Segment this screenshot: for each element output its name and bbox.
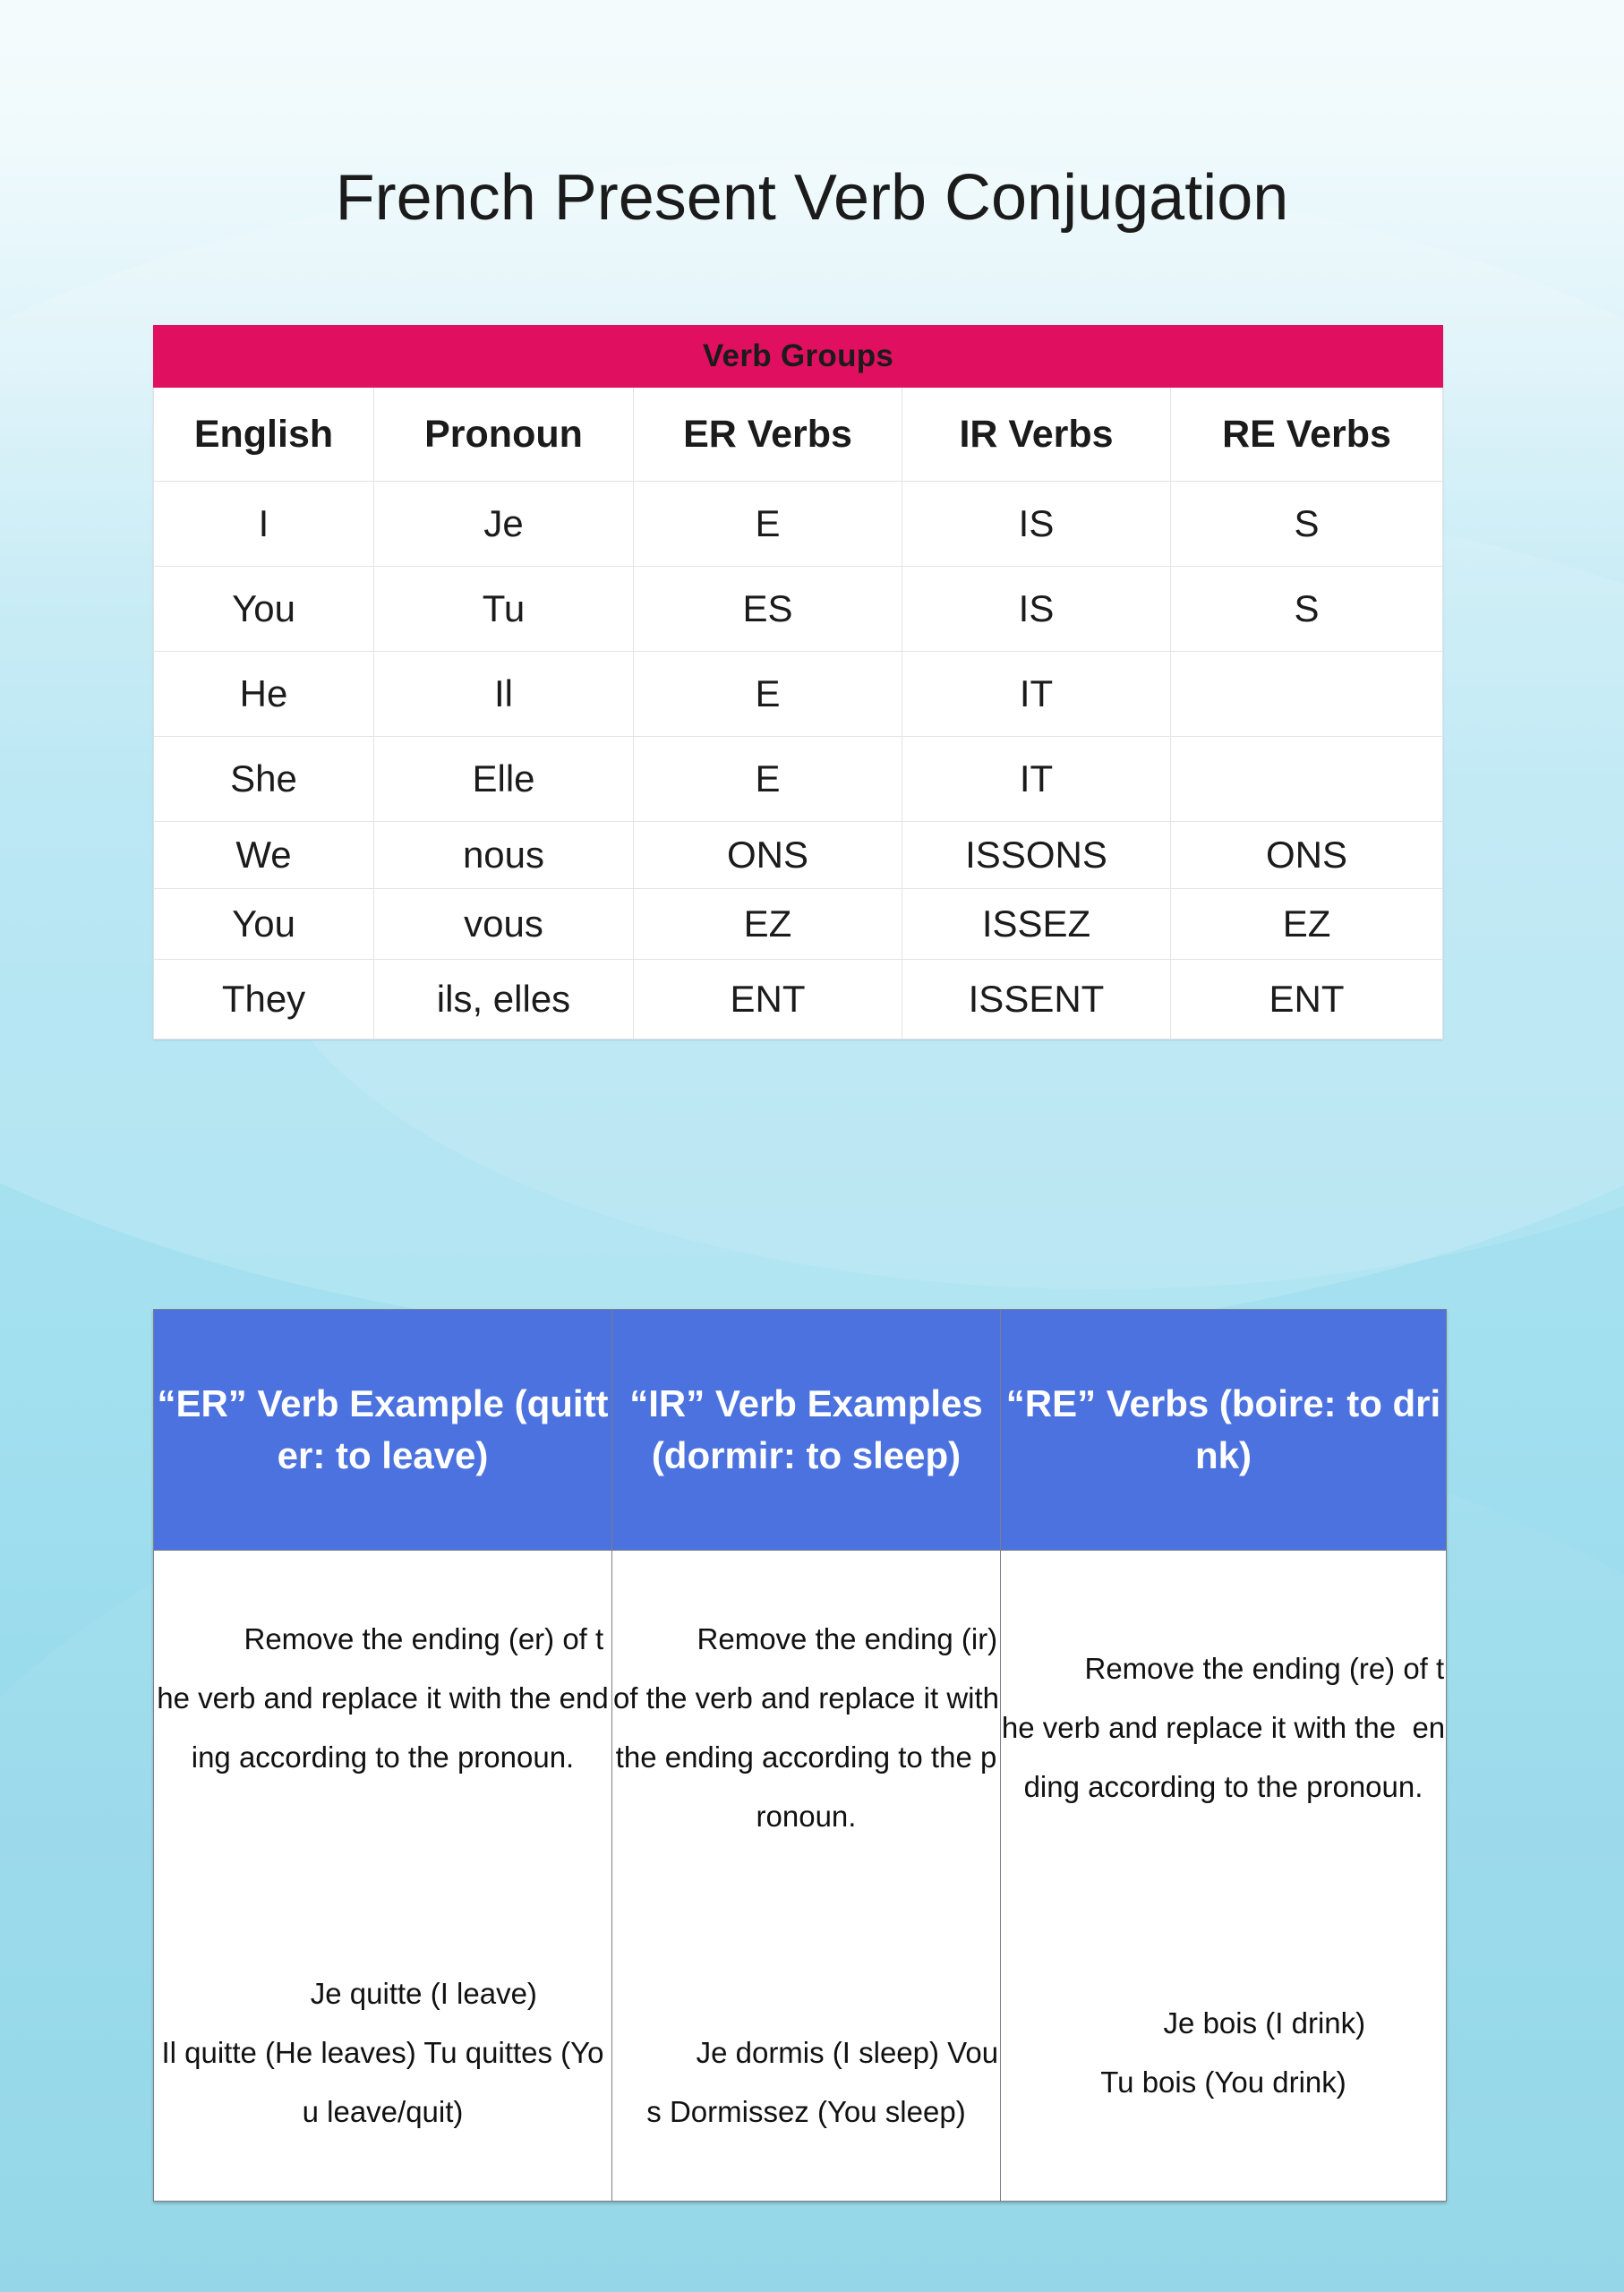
example-sentences-re: Je bois (I drink) Tu bois (You drink) bbox=[1100, 2006, 1366, 2099]
table-row: He Il E IT bbox=[153, 651, 1444, 737]
column-header-pronoun: Pronoun bbox=[373, 387, 634, 482]
cell-english: You bbox=[153, 888, 374, 960]
cell-ir: ISSEZ bbox=[902, 888, 1171, 960]
cell-er: E bbox=[633, 736, 902, 822]
example-header-re: “RE” Verbs (boire: to drink) bbox=[1000, 1309, 1447, 1551]
cell-ir: ISSONS bbox=[902, 821, 1171, 889]
example-cell-er: Remove the ending (er) of the verb and r… bbox=[153, 1550, 612, 2202]
cell-re bbox=[1169, 736, 1444, 822]
cell-re: S bbox=[1169, 566, 1444, 652]
cell-re bbox=[1169, 651, 1444, 737]
examples-table: “ER” Verb Example (quitter: to leave) “I… bbox=[153, 1309, 1447, 2202]
example-sentences-ir: Je dormis (I sleep) Vous Dormissez (You … bbox=[646, 2036, 999, 2128]
cell-english: You bbox=[153, 566, 374, 652]
table-row-example-headers: “ER” Verb Example (quitter: to leave) “I… bbox=[153, 1309, 1447, 1551]
page-title: French Present Verb Conjugation bbox=[335, 162, 1289, 234]
table-row: I Je E IS S bbox=[153, 481, 1444, 567]
cell-er: ES bbox=[633, 566, 902, 652]
cell-pronoun: Elle bbox=[373, 736, 634, 822]
cell-er: EZ bbox=[633, 888, 902, 960]
table-row: You vous EZ ISSEZ EZ bbox=[153, 888, 1444, 960]
cell-ir: IS bbox=[902, 481, 1171, 567]
table-row-column-headers: English Pronoun ER Verbs IR Verbs RE Ver… bbox=[153, 387, 1444, 482]
cell-english: He bbox=[153, 651, 374, 737]
cell-pronoun: Je bbox=[373, 481, 634, 567]
cell-re: ENT bbox=[1169, 959, 1444, 1039]
column-header-english: English bbox=[153, 387, 374, 482]
cell-english: She bbox=[153, 736, 374, 822]
cell-ir: ISSENT bbox=[902, 959, 1171, 1039]
example-rule-ir: Remove the ending (ir) of the verb and r… bbox=[612, 1622, 1008, 1833]
table-row: They ils, elles ENT ISSENT ENT bbox=[153, 959, 1444, 1039]
column-header-re-verbs: RE Verbs bbox=[1169, 387, 1444, 482]
example-cell-re: Remove the ending (re) of the verb and r… bbox=[1000, 1550, 1447, 2202]
table-row-example-bodies: Remove the ending (er) of the verb and r… bbox=[153, 1550, 1447, 2202]
table-row: You Tu ES IS S bbox=[153, 566, 1444, 652]
cell-re: S bbox=[1169, 481, 1444, 567]
cell-english: I bbox=[153, 481, 374, 567]
cell-re: EZ bbox=[1169, 888, 1444, 960]
conjugation-table: Verb Groups English Pronoun ER Verbs IR … bbox=[152, 325, 1444, 1039]
cell-pronoun: ils, elles bbox=[373, 959, 634, 1039]
cell-pronoun: nous bbox=[373, 821, 634, 889]
cell-er: ONS bbox=[633, 821, 902, 889]
cell-ir: IT bbox=[902, 736, 1171, 822]
table-row: We nous ONS ISSONS ONS bbox=[153, 821, 1444, 889]
cell-pronoun: Il bbox=[373, 651, 634, 737]
cell-er: E bbox=[633, 651, 902, 737]
group-header-cell: Verb Groups bbox=[152, 325, 1444, 388]
cell-re: ONS bbox=[1169, 821, 1444, 889]
cell-pronoun: Tu bbox=[373, 566, 634, 652]
example-rule-er: Remove the ending (er) of the verb and r… bbox=[157, 1622, 609, 1774]
example-header-er: “ER” Verb Example (quitter: to leave) bbox=[153, 1309, 612, 1551]
example-header-ir: “IR” Verb Examples (dormir: to sleep) bbox=[611, 1309, 1001, 1551]
column-header-ir-verbs: IR Verbs bbox=[902, 387, 1171, 482]
slide-canvas: French Present Verb Conjugation Verb Gro… bbox=[0, 0, 1624, 2292]
table-row-group-header: Verb Groups bbox=[152, 325, 1444, 388]
table-row: She Elle E IT bbox=[153, 736, 1444, 822]
cell-ir: IT bbox=[902, 651, 1171, 737]
example-sentences-er: Je quitte (I leave) Il quitte (He leaves… bbox=[161, 1977, 604, 2128]
cell-english: They bbox=[153, 959, 374, 1039]
example-rule-re: Remove the ending (re) of the verb and r… bbox=[1001, 1652, 1446, 1803]
cell-pronoun: vous bbox=[373, 888, 634, 960]
cell-er: ENT bbox=[633, 959, 902, 1039]
cell-ir: IS bbox=[902, 566, 1171, 652]
cell-er: E bbox=[633, 481, 902, 567]
cell-english: We bbox=[153, 821, 374, 889]
column-header-er-verbs: ER Verbs bbox=[633, 387, 902, 482]
example-cell-ir: Remove the ending (ir) of the verb and r… bbox=[611, 1550, 1001, 2202]
